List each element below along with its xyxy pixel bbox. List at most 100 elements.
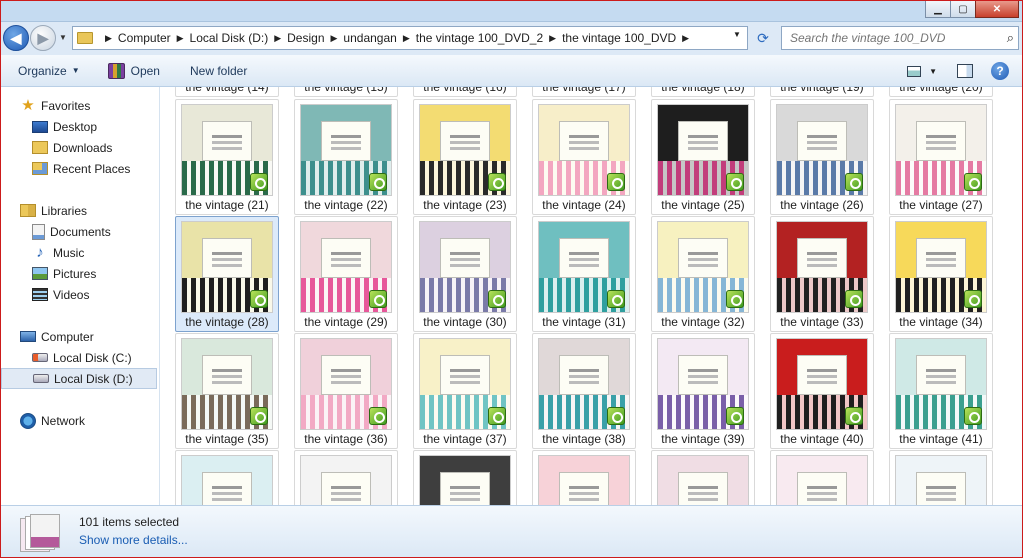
sidebar-favorites[interactable]: ★ Favorites — [0, 95, 90, 116]
file-name: the vintage (29) — [304, 315, 388, 329]
coreldraw-file-icon — [964, 173, 982, 191]
refresh-icon: ⟳ — [757, 29, 769, 46]
breadcrumb-separator-icon[interactable]: ▶ — [331, 33, 338, 44]
command-bar: Organize ▼ Open New folder ▼ ? — [0, 55, 1023, 87]
file-item[interactable] — [294, 450, 398, 505]
help-button[interactable]: ? — [991, 62, 1009, 80]
breadcrumb-item[interactable]: Computer — [118, 31, 171, 45]
sidebar-label: Videos — [53, 287, 90, 302]
search-input[interactable] — [790, 31, 995, 45]
breadcrumb-separator-icon[interactable]: ▶ — [177, 33, 184, 44]
new-folder-button[interactable]: New folder — [170, 55, 257, 87]
file-item[interactable]: the vintage (18) — [651, 87, 755, 97]
close-button[interactable]: ✕ — [975, 0, 1019, 18]
drive-icon — [33, 374, 49, 383]
file-item[interactable]: the vintage (30) — [413, 216, 517, 332]
sidebar-item-music[interactable]: ♪ Music — [0, 242, 84, 263]
file-item[interactable] — [770, 450, 874, 505]
breadcrumb-separator-icon[interactable]: ▶ — [105, 33, 112, 44]
recent-pages-dropdown[interactable]: ▼ — [59, 33, 67, 42]
invitation-card — [915, 238, 967, 278]
coreldraw-file-icon — [607, 290, 625, 308]
file-thumbnail — [657, 221, 749, 313]
sidebar-label: Local Disk (C:) — [53, 350, 132, 365]
file-item[interactable]: the vintage (27) — [889, 99, 993, 215]
file-item[interactable]: the vintage (16) — [413, 87, 517, 97]
file-item[interactable] — [413, 450, 517, 505]
sidebar-item-recent-places[interactable]: Recent Places — [0, 158, 130, 179]
sidebar-label: Recent Places — [53, 161, 131, 176]
file-item[interactable] — [532, 450, 636, 505]
breadcrumb-separator-icon[interactable]: ▶ — [274, 33, 281, 44]
file-item[interactable]: the vintage (22) — [294, 99, 398, 215]
breadcrumb-separator-icon[interactable]: ▶ — [403, 33, 410, 44]
maximize-button[interactable]: ▢ — [950, 0, 976, 18]
preview-pane-icon[interactable] — [957, 64, 973, 78]
file-item[interactable]: the vintage (29) — [294, 216, 398, 332]
file-item[interactable]: the vintage (25) — [651, 99, 755, 215]
file-item[interactable]: the vintage (21) — [175, 99, 279, 215]
breadcrumb-item[interactable]: the vintage 100_DVD — [562, 31, 676, 45]
downloads-folder-icon — [32, 141, 48, 154]
invitation-card — [915, 121, 967, 161]
minimize-button[interactable]: ▁ — [925, 0, 951, 18]
breadcrumb-item[interactable]: Design — [287, 31, 324, 45]
refresh-button[interactable]: ⟳ — [752, 26, 774, 50]
sidebar-item-documents[interactable]: Documents — [0, 221, 111, 242]
file-thumbnail — [419, 221, 511, 313]
open-button[interactable]: Open — [90, 55, 170, 87]
file-name: the vintage (33) — [780, 315, 864, 329]
breadcrumb-separator-icon[interactable]: ▶ — [549, 33, 556, 44]
sidebar-item-downloads[interactable]: Downloads — [0, 137, 112, 158]
file-thumbnail — [895, 455, 987, 505]
sidebar-item-desktop[interactable]: Desktop — [0, 116, 97, 137]
file-thumbnail — [300, 221, 392, 313]
file-item[interactable]: the vintage (17) — [532, 87, 636, 97]
sidebar-item-videos[interactable]: Videos — [0, 284, 89, 305]
sidebar-item-local-disk-c[interactable]: Local Disk (C:) — [0, 347, 132, 368]
file-item[interactable]: the vintage (31) — [532, 216, 636, 332]
file-item[interactable]: the vintage (23) — [413, 99, 517, 215]
file-item[interactable]: the vintage (33) — [770, 216, 874, 332]
show-more-details-link[interactable]: Show more details... — [79, 533, 188, 547]
file-thumbnail — [300, 455, 392, 505]
file-item[interactable]: the vintage (19) — [770, 87, 874, 97]
file-thumbnail — [419, 104, 511, 196]
file-item[interactable]: the vintage (40) — [770, 333, 874, 449]
change-view-icon[interactable] — [907, 65, 922, 77]
file-item[interactable]: the vintage (41) — [889, 333, 993, 449]
address-bar[interactable]: ▶ Computer ▶ Local Disk (D:) ▶ Design ▶ undanga… — [72, 26, 748, 50]
sidebar-item-pictures[interactable]: Pictures — [0, 263, 96, 284]
file-item[interactable]: the vintage (38) — [532, 333, 636, 449]
coreldraw-file-icon — [369, 173, 387, 191]
breadcrumb-item[interactable]: undangan — [343, 31, 396, 45]
file-item[interactable]: the vintage (37) — [413, 333, 517, 449]
organize-button[interactable]: Organize ▼ — [0, 55, 90, 87]
search-icon[interactable]: ⌕ — [1007, 30, 1014, 46]
file-item[interactable] — [651, 450, 755, 505]
sidebar-item-local-disk-d[interactable]: Local Disk (D:) — [1, 368, 157, 389]
breadcrumb-item[interactable]: Local Disk (D:) — [190, 31, 269, 45]
view-options-chevron-icon[interactable]: ▼ — [929, 67, 937, 76]
file-item[interactable]: the vintage (26) — [770, 99, 874, 215]
file-item[interactable]: the vintage (14) — [175, 87, 279, 97]
sidebar-network[interactable]: Network — [0, 410, 85, 431]
file-item[interactable]: the vintage (34) — [889, 216, 993, 332]
file-item[interactable] — [175, 450, 279, 505]
forward-button[interactable]: ▶ — [30, 25, 56, 51]
file-item[interactable] — [889, 450, 993, 505]
file-item[interactable]: the vintage (24) — [532, 99, 636, 215]
sidebar-computer[interactable]: Computer — [0, 326, 94, 347]
file-item[interactable]: the vintage (36) — [294, 333, 398, 449]
file-item[interactable]: the vintage (15) — [294, 87, 398, 97]
file-item[interactable]: the vintage (32) — [651, 216, 755, 332]
breadcrumb-item[interactable]: the vintage 100_DVD_2 — [416, 31, 543, 45]
address-history-dropdown[interactable]: ▼ — [733, 30, 741, 39]
back-button[interactable]: ◀ — [3, 25, 29, 51]
breadcrumb-separator-icon[interactable]: ▶ — [682, 33, 689, 44]
file-item[interactable]: the vintage (28) — [175, 216, 279, 332]
sidebar-libraries[interactable]: Libraries — [0, 200, 87, 221]
file-item[interactable]: the vintage (35) — [175, 333, 279, 449]
file-item[interactable]: the vintage (20) — [889, 87, 993, 97]
file-item[interactable]: the vintage (39) — [651, 333, 755, 449]
